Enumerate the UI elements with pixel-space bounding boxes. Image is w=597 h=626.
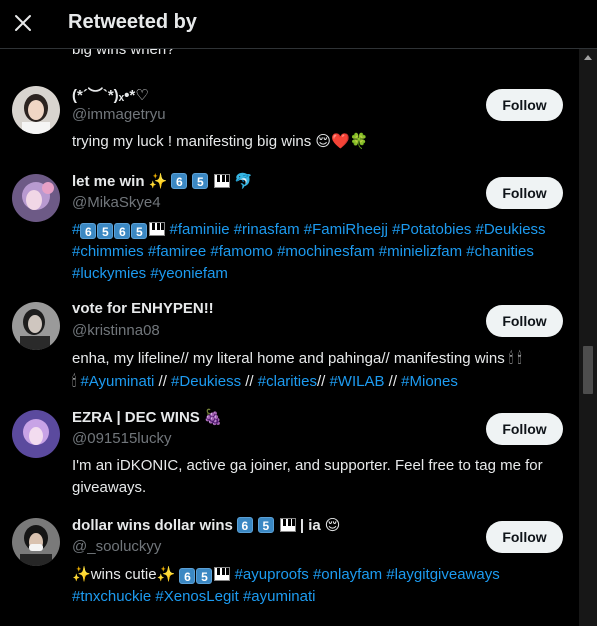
scroll-up-arrow-icon[interactable] bbox=[584, 55, 592, 60]
dolphin-icon: 🐬 bbox=[234, 172, 254, 190]
keycap-6-icon: 6 bbox=[171, 173, 188, 189]
keycap-6-icon: 6 bbox=[179, 568, 196, 584]
hashtags[interactable]: #luckymies #yeoniefam bbox=[72, 265, 228, 282]
close-icon bbox=[15, 15, 31, 31]
sparkles-icon: ✨ bbox=[72, 565, 91, 583]
keycap-6-icon: 6 bbox=[114, 223, 131, 239]
user-name[interactable]: (*´︶`*)ₓ•*♡ bbox=[72, 84, 149, 105]
keycap-5-icon: 5 bbox=[192, 173, 209, 189]
user-name[interactable]: let me win ✨ 65 🐬 bbox=[72, 172, 253, 190]
scrollbar[interactable] bbox=[579, 49, 597, 626]
candle-icon: 🕯 bbox=[508, 349, 514, 367]
page-title: Retweeted by bbox=[68, 11, 197, 33]
sparkles-icon: ✨ bbox=[156, 565, 176, 583]
user-handle[interactable]: @091515lucky bbox=[72, 430, 171, 447]
hashtags[interactable]: #faminiie #rinasfam #FamiRheejj #Potatob… bbox=[170, 221, 546, 238]
user-handle[interactable]: @MikaSkye4 bbox=[72, 194, 161, 211]
avatar[interactable] bbox=[12, 174, 60, 222]
grapes-icon: 🍇 bbox=[203, 408, 223, 426]
user-list: big wins when? (*´︶`*)ₓ•*♡ @immagetryu F… bbox=[0, 49, 579, 626]
user-handle[interactable]: @kristinna08 bbox=[72, 322, 160, 339]
avatar[interactable] bbox=[12, 518, 60, 566]
user-name[interactable]: EZRA | DEC WINS 🍇 bbox=[72, 408, 223, 426]
previous-bio-peek: big wins when? bbox=[72, 49, 175, 58]
keycap-5-icon: 5 bbox=[196, 568, 213, 584]
piano-icon bbox=[214, 567, 231, 581]
keycap-5-icon: 5 bbox=[257, 517, 274, 533]
candle-icon: 🕯 bbox=[72, 372, 77, 390]
avatar[interactable] bbox=[12, 86, 60, 134]
piano-icon bbox=[279, 518, 296, 532]
hashtags[interactable]: #chimmies #famiree #famomo #mochinesfam … bbox=[72, 243, 534, 260]
user-handle[interactable]: @immagetryu bbox=[72, 106, 166, 123]
relieved-face-icon: 😌 bbox=[324, 516, 341, 534]
avatar[interactable] bbox=[12, 302, 60, 350]
user-bio: enha, my lifeline// my literal home and … bbox=[72, 349, 522, 390]
follow-button[interactable]: Follow bbox=[486, 413, 563, 445]
follow-button[interactable]: Follow bbox=[486, 177, 563, 209]
close-button[interactable] bbox=[9, 9, 37, 37]
user-handle[interactable]: @_sooluckyy bbox=[72, 538, 161, 555]
follow-button[interactable]: Follow bbox=[486, 521, 563, 553]
piano-icon bbox=[149, 222, 166, 236]
user-bio: trying my luck ! manifesting big wins 😌❤… bbox=[72, 133, 369, 150]
keycap-5-icon: 5 bbox=[131, 223, 148, 239]
user-bio: #6 5 6 5 #faminiie #rinasfam #FamiRheejj #P… bbox=[72, 219, 572, 285]
user-bio: I'm an iDKONIC, active ga joiner, and su… bbox=[72, 457, 543, 496]
keycap-6-icon: 6 bbox=[236, 517, 253, 533]
piano-icon bbox=[214, 174, 231, 188]
user-bio: ✨wins cutie✨ 65 #ayuproofs #onlayfam #la… bbox=[72, 565, 500, 605]
follow-button[interactable]: Follow bbox=[486, 89, 563, 121]
avatar[interactable] bbox=[12, 410, 60, 458]
scrollbar-thumb[interactable] bbox=[583, 346, 593, 394]
modal-header: Retweeted by bbox=[0, 0, 597, 49]
user-name[interactable]: vote for ENHYPEN!! bbox=[72, 300, 214, 317]
user-name[interactable]: dollar wins dollar wins 6 5 | ia 😌 bbox=[72, 516, 340, 534]
follow-button[interactable]: Follow bbox=[486, 305, 563, 337]
hashtag-65-icon[interactable]: #6 5 bbox=[72, 221, 114, 239]
candle-icon: 🕯 bbox=[517, 349, 522, 367]
